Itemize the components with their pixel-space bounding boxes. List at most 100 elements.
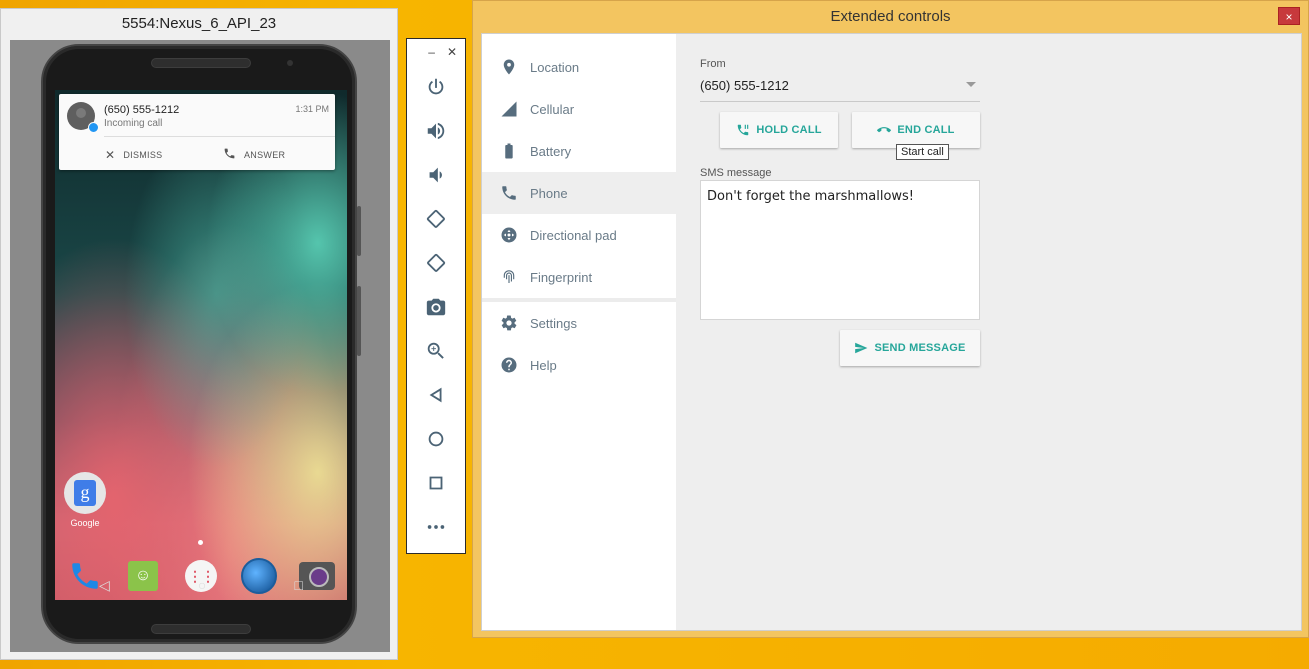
rotate-right-button[interactable] <box>407 241 465 285</box>
side-button <box>357 286 361 356</box>
nav-label: Phone <box>530 185 568 201</box>
nav-battery[interactable]: Battery <box>482 130 676 172</box>
incoming-call-notification[interactable]: (650) 555-1212 Incoming call 1:31 PM ✕ D… <box>59 94 335 170</box>
nav-fingerprint[interactable]: Fingerprint <box>482 256 676 298</box>
bottom-speaker <box>151 624 251 634</box>
hold-call-icon <box>738 124 749 136</box>
overview-button[interactable] <box>407 461 465 505</box>
end-call-label: END CALL <box>897 124 955 136</box>
from-number-select[interactable]: (650) 555-1212 <box>700 76 980 102</box>
volume-up-button[interactable] <box>407 109 465 153</box>
emulator-window: 5554:Nexus_6_API_23 (650) 555-1212 Incom… <box>0 8 398 660</box>
recents-nav-icon[interactable]: □ <box>294 577 302 593</box>
rotate-left-icon <box>426 209 445 228</box>
start-call-tooltip: Start call <box>896 144 949 160</box>
emulator-toolbar: – ✕ <box>406 38 466 554</box>
extended-controls-window: Extended controls × Location Cellular Ba… <box>472 0 1309 638</box>
dismiss-label: DISMISS <box>123 150 163 160</box>
notification-time: 1:31 PM <box>295 104 329 114</box>
emulator-title: 5554:Nexus_6_API_23 <box>121 15 277 32</box>
home-nav-icon[interactable]: ○ <box>198 577 206 593</box>
help-icon <box>501 357 517 373</box>
google-folder-icon: g <box>64 472 106 514</box>
back-button[interactable] <box>407 373 465 417</box>
fingerprint-icon <box>503 270 515 283</box>
answer-label: ANSWER <box>244 150 286 160</box>
nav-phone[interactable]: Phone <box>482 172 676 214</box>
hold-call-button[interactable]: HOLD CALL <box>720 112 838 148</box>
send-message-button[interactable]: SEND MESSAGE <box>840 330 980 366</box>
chevron-down-icon <box>966 82 976 87</box>
extended-content: Location Cellular Battery Phone Directio… <box>481 33 1302 631</box>
zoom-button[interactable] <box>407 329 465 373</box>
phone-badge-icon <box>88 122 99 133</box>
send-message-label: SEND MESSAGE <box>874 342 966 354</box>
side-button <box>357 206 361 256</box>
volume-down-icon <box>429 167 442 183</box>
sms-message-textarea[interactable]: Don't forget the marshmallows! <box>700 180 980 320</box>
dismiss-button[interactable]: ✕ DISMISS <box>105 146 162 164</box>
rotate-right-icon <box>427 253 446 272</box>
answer-button[interactable]: ANSWER <box>223 146 285 164</box>
battery-icon <box>505 143 513 159</box>
nav-cellular[interactable]: Cellular <box>482 88 676 130</box>
nav-directional-pad[interactable]: Directional pad <box>482 214 676 256</box>
home-circle-icon <box>428 431 444 447</box>
phone-panel: From (650) 555-1212 HOLD CALL END CALL S… <box>700 34 1000 630</box>
nav-settings[interactable]: Settings <box>482 302 676 344</box>
end-call-icon <box>877 127 892 133</box>
front-camera <box>287 60 293 66</box>
emulator-device-frame: (650) 555-1212 Incoming call 1:31 PM ✕ D… <box>10 40 390 652</box>
nav-help[interactable]: Help <box>482 344 676 386</box>
dpad-icon <box>501 227 517 243</box>
nav-label: Battery <box>530 143 572 159</box>
cellular-icon <box>501 101 517 117</box>
nav-label: Location <box>530 59 580 75</box>
close-toolbar-button[interactable]: ✕ <box>447 45 457 59</box>
power-icon <box>428 78 444 95</box>
minimize-button[interactable]: – <box>428 45 435 59</box>
phone-icon <box>502 186 516 200</box>
zoom-in-icon <box>427 342 444 359</box>
side-navigation: Location Cellular Battery Phone Directio… <box>482 34 676 630</box>
home-button[interactable] <box>407 417 465 461</box>
window-title: Extended controls <box>830 8 951 25</box>
app-label: Google <box>70 518 100 528</box>
volume-down-button[interactable] <box>407 153 465 197</box>
nav-label: Fingerprint <box>530 269 593 285</box>
from-number-value: (650) 555-1212 <box>700 78 789 93</box>
nav-location[interactable]: Location <box>482 46 676 88</box>
nav-label: Settings <box>530 315 577 331</box>
back-nav-icon[interactable]: ◁ <box>99 577 110 594</box>
phone-screen[interactable]: (650) 555-1212 Incoming call 1:31 PM ✕ D… <box>55 90 347 600</box>
top-speaker <box>151 58 251 68</box>
nav-label: Cellular <box>530 101 575 117</box>
rotate-left-button[interactable] <box>407 197 465 241</box>
more-icon <box>427 525 445 529</box>
call-status: Incoming call <box>104 118 163 129</box>
nav-label: Directional pad <box>530 227 617 243</box>
phone-body: (650) 555-1212 Incoming call 1:31 PM ✕ D… <box>41 44 361 644</box>
volume-up-icon <box>427 122 445 140</box>
back-icon <box>429 387 442 403</box>
sms-label: SMS message <box>700 167 772 179</box>
from-label: From <box>700 58 726 70</box>
settings-icon <box>501 315 517 331</box>
close-icon: ✕ <box>105 148 116 162</box>
phone-nav-bar: ◁ ○ □ <box>55 572 347 598</box>
divider <box>104 136 335 137</box>
google-folder-app[interactable]: g Google <box>63 472 107 528</box>
nav-label: Help <box>530 357 557 373</box>
camera-icon <box>426 298 446 316</box>
phone-icon <box>223 147 236 163</box>
location-icon <box>503 59 515 75</box>
hold-call-label: HOLD CALL <box>756 124 822 136</box>
end-call-button[interactable]: END CALL <box>852 112 980 148</box>
power-button[interactable] <box>407 65 465 109</box>
page-indicator <box>198 540 203 545</box>
more-button[interactable] <box>407 505 465 549</box>
overview-square-icon <box>429 476 443 490</box>
close-window-button[interactable]: × <box>1278 7 1300 25</box>
caller-number: (650) 555-1212 <box>104 104 180 116</box>
screenshot-button[interactable] <box>407 285 465 329</box>
